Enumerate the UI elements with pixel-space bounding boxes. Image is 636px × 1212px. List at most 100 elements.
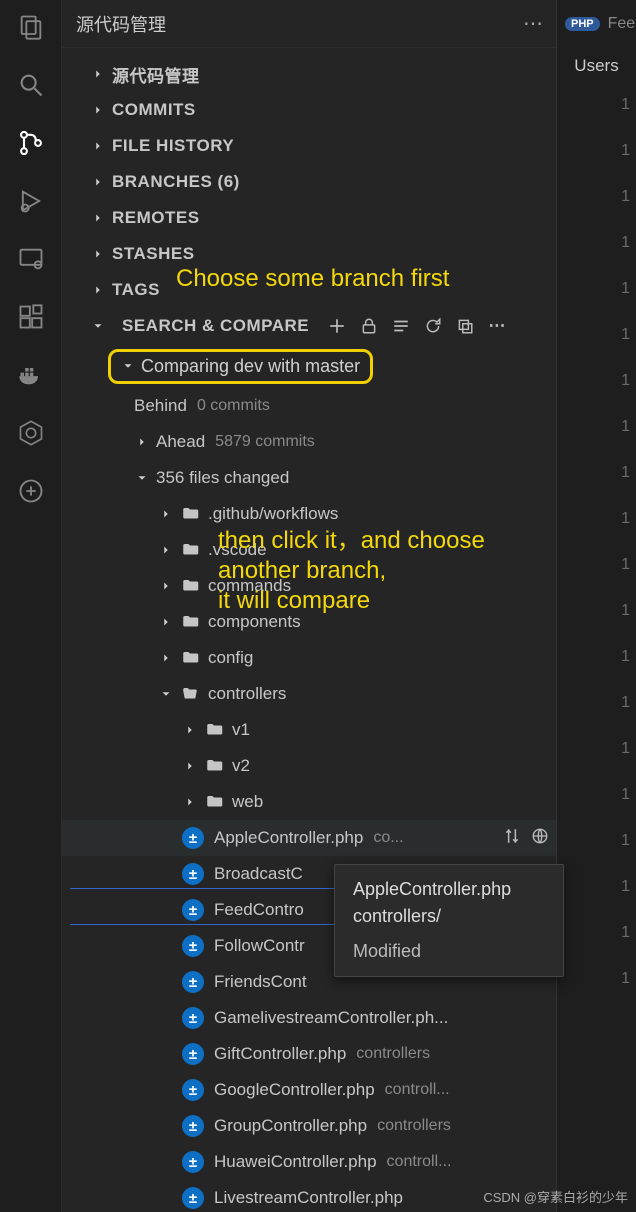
selection-indicator	[70, 888, 338, 889]
files-changed-row[interactable]: 356 files changed	[62, 460, 557, 496]
file-dir: controll...	[385, 1081, 450, 1099]
chevron-right-icon	[90, 66, 106, 82]
lock-icon[interactable]	[359, 316, 379, 336]
behind-row[interactable]: Behind 0 commits	[62, 388, 557, 424]
plus-icon[interactable]	[327, 316, 347, 336]
file-name: LivestreamController.php	[214, 1188, 403, 1208]
modified-badge-icon: ±	[182, 1079, 204, 1101]
modified-badge-icon: ±	[182, 1151, 204, 1173]
folder-label: v2	[232, 756, 250, 776]
section-scm[interactable]: 源代码管理	[62, 56, 557, 92]
chevron-down-icon	[158, 686, 174, 702]
file-name: FollowContr	[214, 936, 305, 956]
list-icon[interactable]	[391, 316, 411, 336]
folder-row[interactable]: commands	[62, 568, 557, 604]
file-row[interactable]: ±GroupController.phpcontrollers	[62, 1108, 557, 1144]
section-tags[interactable]: TAGS	[62, 272, 557, 308]
refresh-icon[interactable]	[423, 316, 443, 336]
selection-indicator	[70, 924, 338, 925]
file-row[interactable]: ± GiftController.php controllers	[62, 1036, 557, 1072]
source-control-icon[interactable]	[16, 128, 46, 158]
section-search-compare[interactable]: SEARCH & COMPARE ⋯	[62, 308, 557, 344]
tooltip-status: Modified	[353, 941, 545, 962]
remote-explorer-icon[interactable]	[16, 244, 46, 274]
file-dir: controllers	[356, 1045, 430, 1063]
file-row[interactable]: ± GoogleController.php controll...	[62, 1072, 557, 1108]
compare-title-highlight: Comparing dev with master	[108, 349, 373, 384]
tooltip-dir: controllers/	[353, 906, 545, 927]
modified-badge-icon: ±	[182, 971, 204, 993]
folder-icon	[180, 540, 200, 560]
line-numbers: 11111111111111111111	[557, 96, 636, 988]
explorer-icon[interactable]	[16, 12, 46, 42]
folder-label: components	[208, 612, 301, 632]
file-row[interactable]: ±GamelivestreamController.ph...	[62, 1000, 557, 1036]
file-row[interactable]: ±AppleController.phpco...	[62, 820, 557, 856]
chevron-right-icon	[158, 650, 174, 666]
run-debug-icon[interactable]	[16, 186, 46, 216]
file-dir: controllers	[377, 1117, 451, 1135]
chevron-right-icon	[90, 174, 106, 190]
more-icon[interactable]: ⋯	[487, 316, 507, 336]
file-name: FriendsCont	[214, 972, 307, 992]
file-name: FeedContro	[214, 900, 304, 920]
sidebar-title: 源代码管理	[76, 11, 166, 37]
file-name: AppleController.php	[214, 828, 363, 848]
hover-tooltip: AppleController.php controllers/ Modifie…	[334, 864, 564, 977]
copy-icon[interactable]	[455, 316, 475, 336]
section-branches[interactable]: BRANCHES (6)	[62, 164, 557, 200]
folder-row[interactable]: config	[62, 640, 557, 676]
file-row[interactable]: ±HuaweiController.phpcontroll...	[62, 1144, 557, 1180]
file-name: GoogleController.php	[214, 1080, 375, 1100]
folder-icon	[180, 612, 200, 632]
file-name: HuaweiController.php	[214, 1152, 377, 1172]
source-control-sidebar: 源代码管理 ⋯ 源代码管理 COMMITS FILE HISTORY BRANC…	[62, 0, 557, 1212]
folder-icon	[180, 504, 200, 524]
editor-tab[interactable]: PHP Fee	[557, 0, 636, 48]
chevron-right-icon	[90, 246, 106, 262]
extensions-icon[interactable]	[16, 302, 46, 332]
folder-row[interactable]: v1	[62, 712, 557, 748]
docker-icon[interactable]	[16, 360, 46, 390]
file-name: GiftController.php	[214, 1044, 346, 1064]
modified-badge-icon: ±	[182, 1043, 204, 1065]
folder-icon	[180, 576, 200, 596]
file-name: GamelivestreamController.ph...	[214, 1008, 448, 1028]
chevron-right-icon	[90, 282, 106, 298]
chevron-down-icon	[134, 470, 150, 486]
modified-badge-icon: ±	[182, 899, 204, 921]
folder-label: config	[208, 648, 253, 668]
kubernetes-icon[interactable]	[16, 418, 46, 448]
modified-badge-icon: ±	[182, 863, 204, 885]
section-file-history[interactable]: FILE HISTORY	[62, 128, 557, 164]
section-commits[interactable]: COMMITS	[62, 92, 557, 128]
folder-row[interactable]: web	[62, 784, 557, 820]
search-icon[interactable]	[16, 70, 46, 100]
breadcrumb[interactable]: Users	[557, 48, 636, 84]
folder-row[interactable]: .github/workflows	[62, 496, 557, 532]
folder-row[interactable]: v2	[62, 748, 557, 784]
folder-row[interactable]: components	[62, 604, 557, 640]
compare-header-row[interactable]: Comparing dev with master	[62, 344, 557, 388]
chevron-down-icon	[90, 318, 106, 334]
activity-other-icon[interactable]	[16, 476, 46, 506]
modified-badge-icon: ±	[182, 1187, 204, 1209]
modified-badge-icon: ±	[182, 827, 204, 849]
folder-controllers[interactable]: controllers	[62, 676, 557, 712]
chevron-right-icon	[158, 578, 174, 594]
folder-open-icon	[180, 684, 200, 704]
watermark-text: CSDN @穿素白衫的少年	[483, 1187, 628, 1206]
more-actions-icon[interactable]: ⋯	[523, 11, 543, 36]
section-stashes[interactable]: STASHES	[62, 236, 557, 272]
folder-icon	[204, 720, 224, 740]
section-remotes[interactable]: REMOTES	[62, 200, 557, 236]
chevron-right-icon	[90, 210, 106, 226]
globe-icon[interactable]	[531, 827, 549, 850]
folder-label: v1	[232, 720, 250, 740]
file-name: BroadcastC	[214, 864, 303, 884]
php-badge-icon: PHP	[565, 17, 600, 31]
folder-row[interactable]: .vscode	[62, 532, 557, 568]
compare-icon[interactable]	[503, 827, 521, 850]
ahead-row[interactable]: Ahead 5879 commits	[62, 424, 557, 460]
chevron-right-icon	[182, 722, 198, 738]
